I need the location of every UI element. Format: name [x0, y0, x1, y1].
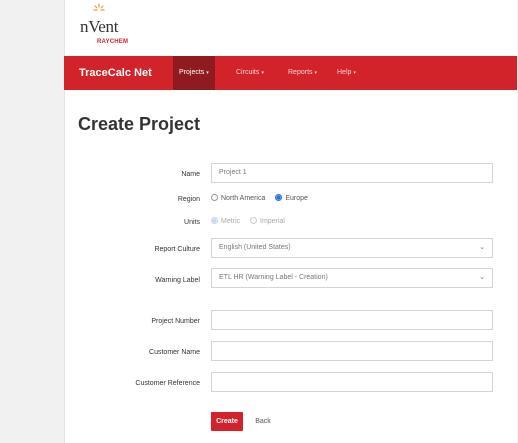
nav-item-label: Circuits: [236, 69, 260, 76]
radio-selected-icon: [211, 217, 218, 224]
customer-name-input[interactable]: [211, 341, 493, 361]
customer-name-label: Customer Name: [149, 349, 200, 356]
radio-icon: [250, 217, 258, 224]
nav-item-help[interactable]: Help ▾: [331, 56, 362, 90]
select-value: English (United States): [219, 244, 291, 251]
project-name-input[interactable]: Project 1: [211, 163, 493, 183]
region-option-europe[interactable]: Europe: [275, 194, 308, 202]
name-label: Name: [181, 171, 200, 178]
top-navbar: TraceCalc Net Projects ▾ Circuits ▾ Report…: [64, 56, 517, 90]
project-number-input[interactable]: [211, 310, 493, 330]
region-option-north-america[interactable]: North America: [211, 194, 265, 202]
logo-wordmark: nVent: [80, 17, 119, 36]
caret-down-icon: ▾: [261, 70, 264, 76]
report-culture-select[interactable]: English (United States) ⌄: [211, 238, 493, 258]
nav-item-projects[interactable]: Projects ▾: [173, 56, 215, 90]
units-option-imperial[interactable]: Imperial: [250, 217, 285, 225]
create-button[interactable]: Create: [211, 412, 243, 431]
units-option-metric[interactable]: Metric: [211, 217, 240, 225]
nav-item-label: Projects: [179, 69, 205, 76]
warning-label-label: Warning Label: [155, 277, 200, 284]
caret-down-icon: ▾: [206, 70, 209, 76]
units-label: Units: [184, 219, 200, 226]
radio-label: Imperial: [260, 218, 285, 225]
customer-reference-label: Customer Reference: [135, 380, 200, 387]
logo-subbrand: RAYCHEM: [97, 39, 129, 45]
sparkle-icon: [93, 3, 105, 11]
caret-down-icon: ▾: [314, 70, 318, 76]
page-title: Create Project: [78, 114, 201, 134]
radio-label: Metric: [221, 218, 241, 225]
customer-reference-input[interactable]: [211, 372, 493, 392]
back-button[interactable]: Back: [248, 412, 278, 431]
chevron-down-icon: ⌄: [479, 274, 485, 281]
radio-selected-icon: [275, 194, 283, 201]
select-value: ETL HR (Warning Label - Creation): [219, 274, 328, 281]
nav-item-label: Help: [337, 69, 352, 76]
nvent-raychem-logo[interactable]: nVent RAYCHEM: [80, 0, 200, 52]
region-label: Region: [177, 196, 200, 203]
units-radio-group: Metric Imperial: [211, 217, 293, 229]
radio-label: Europe: [285, 195, 308, 202]
caret-down-icon: ▾: [353, 70, 356, 76]
project-number-label: Project Number: [151, 318, 200, 325]
region-radio-group: North America Europe: [211, 194, 316, 206]
warning-label-select[interactable]: ETL HR (Warning Label - Creation) ⌄: [211, 268, 493, 288]
app-title[interactable]: TraceCalc Net: [79, 56, 152, 90]
nav-item-circuits[interactable]: Circuits ▾: [230, 56, 270, 90]
radio-label: North America: [221, 195, 266, 202]
nav-item-label: Reports: [288, 69, 313, 76]
report-culture-label: Report Culture: [154, 246, 200, 253]
chevron-down-icon: ⌄: [479, 244, 485, 251]
nav-item-reports[interactable]: Reports ▾: [282, 56, 323, 90]
radio-icon: [211, 194, 218, 201]
